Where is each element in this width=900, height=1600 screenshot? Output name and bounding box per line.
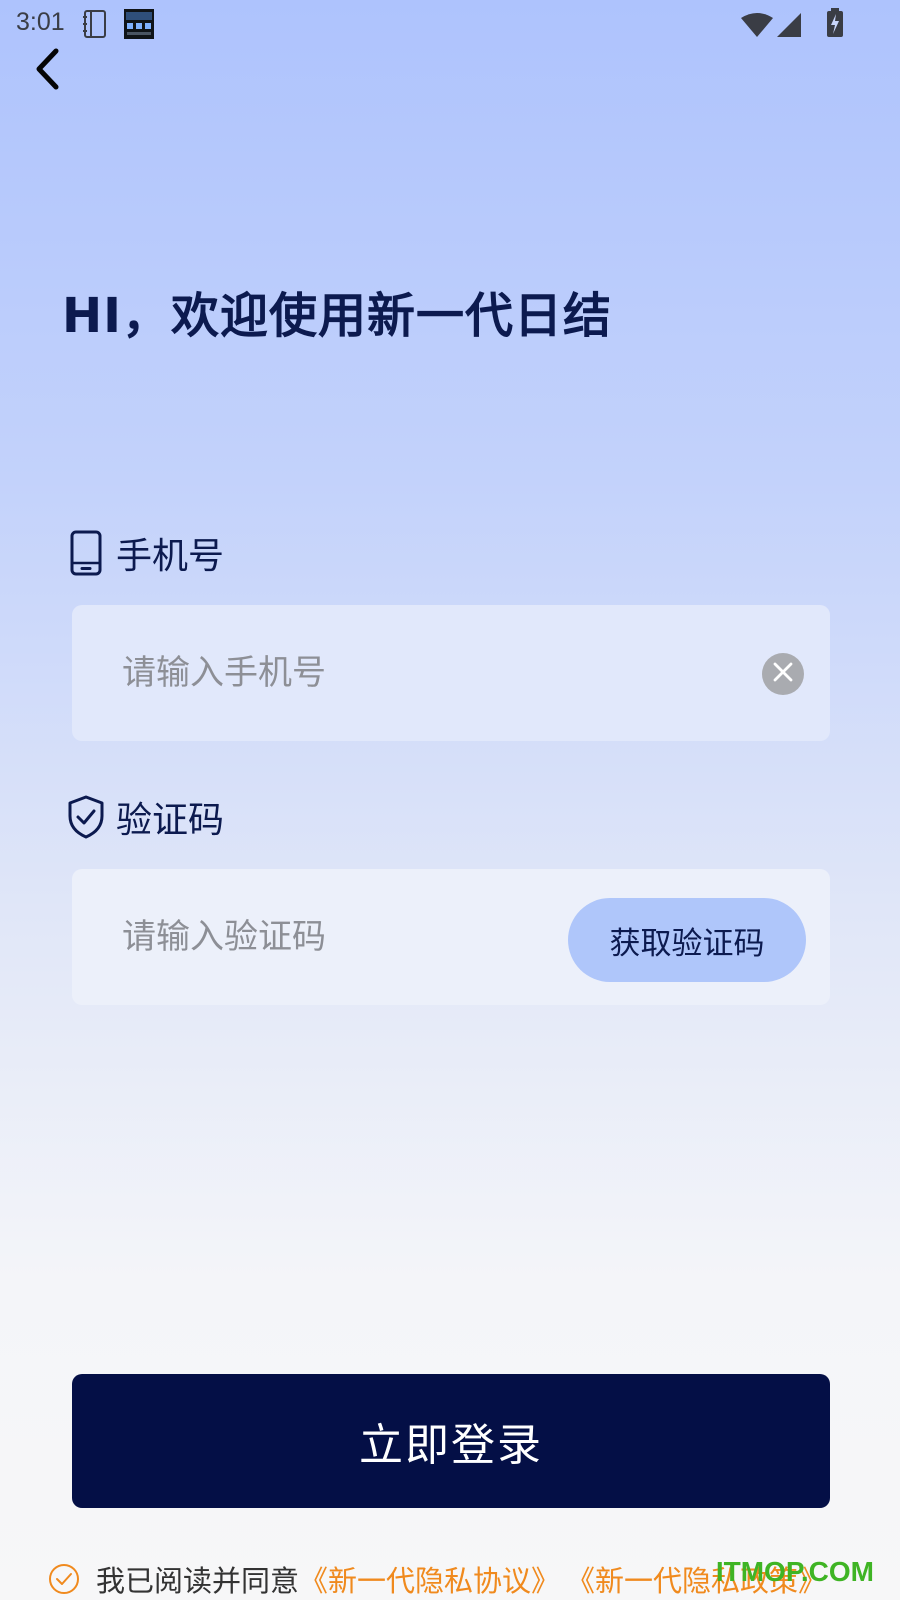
phone-label: 手机号 (66, 528, 224, 578)
wifi-icon (740, 12, 774, 42)
privacy-agreement-link[interactable]: 《新一代隐私协议》 (299, 1558, 560, 1600)
shield-check-icon (66, 793, 106, 841)
login-button[interactable]: 立即登录 (72, 1374, 830, 1508)
signal-icon (776, 12, 802, 42)
chevron-left-icon (32, 48, 62, 94)
phone-input[interactable] (122, 605, 742, 741)
code-label: 验证码 (66, 792, 224, 842)
code-input[interactable] (122, 869, 562, 1005)
clear-circle-icon (772, 661, 794, 687)
clock-widget-icon (124, 9, 154, 43)
clear-phone-button[interactable] (762, 653, 804, 695)
watermark: ITMOP.COM (715, 1556, 874, 1587)
agree-checkbox[interactable] (48, 1563, 80, 1595)
page-title: HI，欢迎使用新一代日结 (62, 288, 613, 344)
phone-label-text: 手机号 (116, 536, 225, 577)
status-time: 3:01 (16, 8, 65, 36)
back-button[interactable] (22, 44, 72, 98)
status-bar: 3:01 (0, 0, 900, 48)
phone-field (72, 605, 830, 741)
code-label-text: 验证码 (116, 800, 225, 841)
check-circle-icon (49, 1564, 79, 1594)
get-code-button[interactable]: 获取验证码 (568, 898, 806, 982)
mobile-phone-icon (66, 529, 106, 577)
code-field: 获取验证码 (72, 869, 830, 1005)
battery-charging-icon (826, 8, 844, 42)
agreement-text: 我已阅读并同意 (96, 1564, 300, 1598)
notebook-icon (82, 9, 108, 43)
